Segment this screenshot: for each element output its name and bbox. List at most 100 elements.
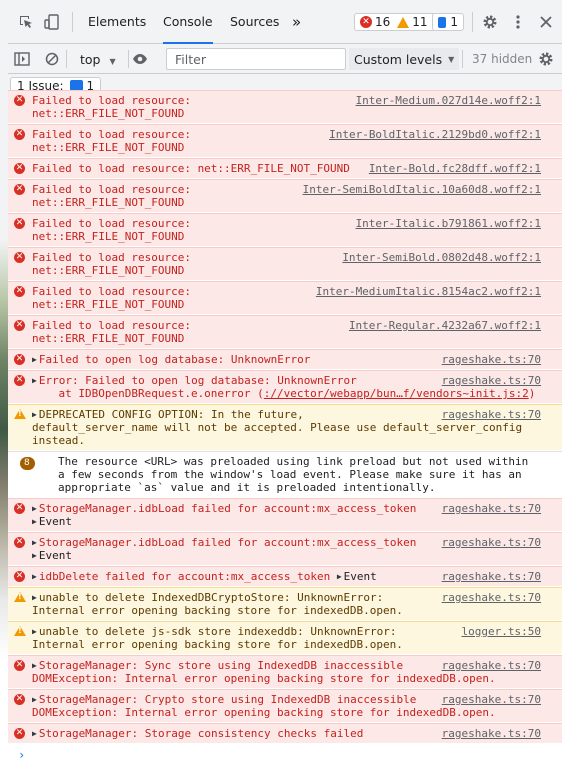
source-link[interactable]: Inter-Italic.b791861.woff2:1	[356, 217, 541, 230]
console-message[interactable]: ✕ Failed to load resource: net::ERR_FILE_…	[8, 90, 562, 124]
tab-console[interactable]: Console	[163, 0, 213, 44]
page-background-strip	[0, 0, 8, 774]
console-message[interactable]: ✕ Failed to load resource: net::ERR_FILE_…	[8, 213, 562, 247]
clear-console-icon[interactable]	[42, 49, 62, 69]
expand-triangle-icon[interactable]: ▶	[32, 376, 37, 385]
source-link[interactable]: rageshake.ts:70	[442, 727, 541, 740]
device-toolbar-icon[interactable]	[42, 12, 62, 32]
message-text: StorageManager: Storage consistency chec…	[38, 727, 364, 740]
context-selector[interactable]: top ▼	[80, 52, 116, 67]
source-link[interactable]: rageshake.ts:70	[442, 353, 541, 366]
message-text: StorageManager.idbLoad failed for accoun…	[38, 536, 417, 549]
expand-triangle-icon[interactable]: ▶	[32, 661, 37, 670]
more-tabs-button[interactable]: »	[292, 0, 301, 44]
source-link[interactable]: rageshake.ts:70	[442, 374, 541, 387]
more-options-icon[interactable]	[508, 12, 528, 32]
error-icon: ✕	[14, 286, 25, 297]
source-link[interactable]: Inter-Regular.4232a67.woff2:1	[349, 319, 541, 332]
source-link[interactable]: Inter-SemiBoldItalic.10a60d8.woff2:1	[303, 183, 541, 196]
expand-triangle-icon[interactable]: ▶	[32, 729, 37, 738]
source-link[interactable]: rageshake.ts:70	[442, 693, 541, 706]
source-link[interactable]: Inter-BoldItalic.2129bd0.woff2:1	[329, 128, 541, 141]
source-link[interactable]: rageshake.ts:70	[442, 502, 541, 515]
console-message[interactable]: ✕ ▶ StorageManager.idbLoad failed for acco…	[8, 498, 562, 532]
expand-triangle-icon[interactable]: ▶	[337, 572, 342, 581]
console-message[interactable]: ✕ Failed to load resource: net::ERR_FILE_…	[8, 124, 562, 158]
sidebar-toggle-icon[interactable]	[12, 49, 32, 69]
inspect-element-icon[interactable]	[16, 12, 36, 32]
message-text: Failed to load resource: net::ERR_FILE_N…	[32, 251, 191, 277]
source-link[interactable]: rageshake.ts:70	[442, 536, 541, 549]
console-message[interactable]: ✕ Failed to load resource: net::ERR_FILE_…	[8, 281, 562, 315]
object-preview[interactable]: Event	[344, 570, 377, 583]
error-icon: ✕	[14, 660, 25, 671]
message-text: StorageManager.idbLoad failed for accoun…	[38, 502, 417, 515]
error-icon: ✕	[14, 95, 25, 106]
hidden-messages-count: 37 hidden	[472, 52, 533, 66]
warning-count: 11	[412, 15, 428, 29]
object-preview[interactable]: Event	[39, 515, 72, 528]
tab-sources[interactable]: Sources	[230, 0, 279, 44]
expand-triangle-icon[interactable]: ▶	[32, 538, 37, 547]
error-icon: ✕	[14, 320, 25, 331]
object-preview[interactable]: Event	[39, 549, 72, 562]
repeat-count-badge: 8	[20, 457, 35, 470]
source-link[interactable]: Inter-MediumItalic.8154ac2.woff2:1	[316, 285, 541, 298]
warning-icon	[14, 592, 26, 602]
console-message[interactable]: ✕ ▶ Error: Failed to open log database: Un…	[8, 370, 562, 404]
console-message[interactable]: ✕ Failed to load resource: net::ERR_FILE_…	[8, 158, 562, 179]
expand-triangle-icon[interactable]: ▶	[32, 517, 37, 526]
message-icon	[438, 16, 447, 28]
message-text: Failed to load resource: net::ERR_FILE_N…	[32, 128, 191, 154]
error-icon: ✕	[14, 252, 25, 263]
live-expression-eye-icon[interactable]	[130, 49, 150, 69]
console-message[interactable]: ✕ ▶ StorageManager: Crypto store using Ind…	[8, 689, 562, 723]
expand-triangle-icon[interactable]: ▶	[32, 410, 37, 419]
console-message[interactable]: ▶unable to delete IndexedDBCryptoStore: …	[8, 587, 562, 621]
expand-triangle-icon[interactable]: ▶	[32, 695, 37, 704]
expand-triangle-icon[interactable]: ▶	[32, 593, 37, 602]
expand-triangle-icon[interactable]: ▶	[32, 551, 37, 560]
console-message[interactable]: ▶unable to delete js-sdk store indexeddb…	[8, 621, 562, 655]
message-text: Failed to load resource: net::ERR_FILE_N…	[32, 183, 191, 209]
console-message[interactable]: ✕ ▶ Failed to open log database: UnknownEr…	[8, 349, 562, 370]
message-text: StorageManager: Sync store using Indexed…	[32, 659, 496, 685]
close-icon[interactable]	[536, 12, 556, 32]
filter-input[interactable]	[166, 48, 346, 70]
source-link[interactable]: rageshake.ts:70	[442, 659, 541, 672]
console-message[interactable]: ✕ ▶ StorageManager: Storage consistency ch…	[8, 723, 562, 744]
console-message[interactable]: ✕ Failed to load resource: net::ERR_FILE_…	[8, 247, 562, 281]
error-icon: ✕	[14, 694, 25, 705]
console-message[interactable]: ▶DEPRECATED CONFIG OPTION: In the future…	[8, 404, 562, 451]
console-toolbar: top ▼ Custom levels ▼ 37 hidden	[8, 44, 562, 74]
stack-trace-link[interactable]: ://vector/webapp/bun…f/vendors~init.js:2	[264, 387, 529, 400]
source-link[interactable]: Inter-SemiBold.0802d48.woff2:1	[342, 251, 541, 264]
info-counter[interactable]: 1	[432, 13, 464, 31]
tab-elements[interactable]: Elements	[88, 0, 146, 44]
message-text: StorageManager: Crypto store using Index…	[32, 693, 496, 719]
error-icon: ✕	[14, 218, 25, 229]
log-levels-dropdown[interactable]: Custom levels ▼	[349, 48, 460, 70]
source-link[interactable]: rageshake.ts:70	[442, 408, 541, 421]
console-message[interactable]: ✕ Failed to load resource: net::ERR_FILE_…	[8, 315, 562, 349]
source-link[interactable]: rageshake.ts:70	[442, 591, 541, 604]
expand-triangle-icon[interactable]: ▶	[32, 572, 37, 581]
source-link[interactable]: rageshake.ts:70	[442, 570, 541, 583]
expand-triangle-icon[interactable]: ▶	[32, 627, 37, 636]
settings-gear-icon[interactable]	[480, 12, 500, 32]
error-icon: ✕	[14, 163, 25, 174]
message-text: unable to delete IndexedDBCryptoStore: U…	[32, 591, 403, 617]
error-icon: ✕	[14, 375, 25, 386]
source-link[interactable]: Inter-Bold.fc28dff.woff2:1	[369, 162, 541, 175]
console-message[interactable]: 8 The resource <URL> was preloaded using …	[8, 451, 562, 498]
expand-triangle-icon[interactable]: ▶	[32, 504, 37, 513]
console-message[interactable]: ✕ ▶ idbDelete failed for account:mx_access…	[8, 566, 562, 587]
console-prompt[interactable]: ›	[18, 748, 25, 762]
expand-triangle-icon[interactable]: ▶	[32, 355, 37, 364]
console-message[interactable]: ✕ ▶ StorageManager.idbLoad failed for acco…	[8, 532, 562, 566]
source-link[interactable]: logger.ts:50	[462, 625, 541, 638]
source-link[interactable]: Inter-Medium.027d14e.woff2:1	[356, 94, 541, 107]
console-message[interactable]: ✕ ▶ StorageManager: Sync store using Index…	[8, 655, 562, 689]
console-settings-gear-icon[interactable]	[536, 49, 556, 69]
console-message[interactable]: ✕ Failed to load resource: net::ERR_FILE_…	[8, 179, 562, 213]
